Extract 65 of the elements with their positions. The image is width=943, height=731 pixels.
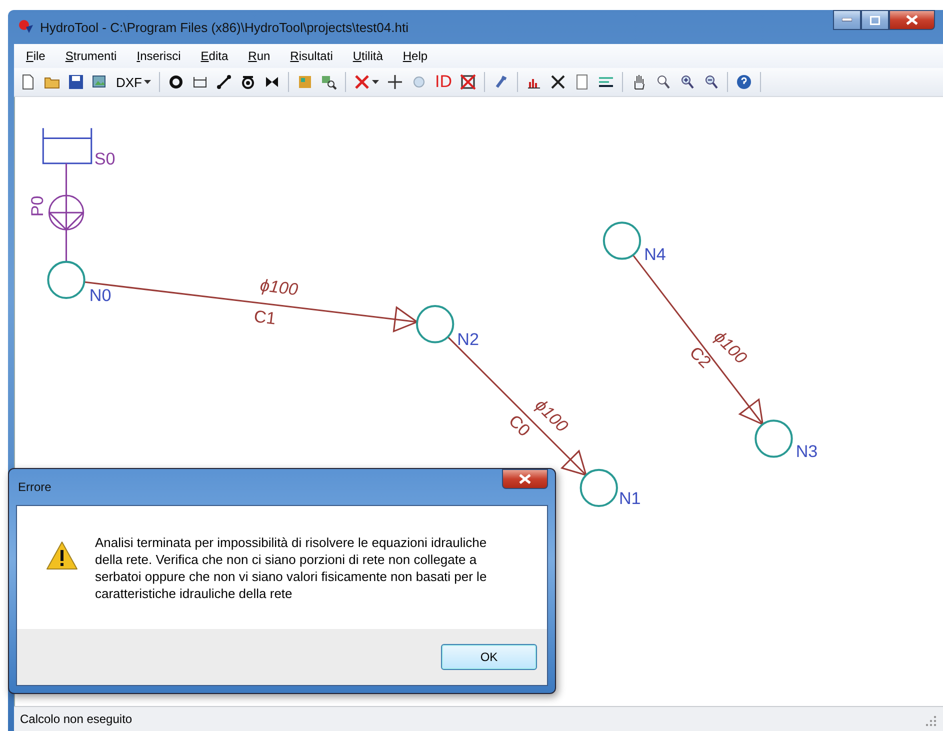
- pipe-label: C2: [686, 342, 715, 372]
- menu-item[interactable]: Run: [240, 49, 282, 63]
- connector-icon: [216, 74, 232, 90]
- dxf-button[interactable]: DXF: [114, 71, 153, 93]
- move-icon: [387, 74, 403, 90]
- node-label: N3: [796, 442, 818, 461]
- dialog-title: Errore: [17, 480, 52, 494]
- wrench-icon: [493, 74, 509, 90]
- warning-icon: [45, 540, 79, 572]
- close-button[interactable]: [502, 469, 548, 489]
- magnifier-icon: [655, 74, 671, 90]
- cross-icon: [354, 74, 370, 90]
- pump-icon: [240, 74, 256, 90]
- maximize-button[interactable]: [861, 10, 889, 30]
- zoom-out-icon: [703, 74, 719, 90]
- info-icon: [411, 74, 427, 90]
- close-button[interactable]: [889, 10, 935, 30]
- ring-icon: [168, 74, 184, 90]
- node-label: N0: [89, 286, 112, 305]
- id-button[interactable]: ID: [433, 71, 454, 93]
- pipe-label: C1: [252, 306, 277, 328]
- caret-icon: [144, 80, 151, 84]
- node-circle: [602, 222, 642, 260]
- crossed-box-icon: [460, 74, 476, 90]
- blank-page-icon: [574, 74, 590, 90]
- menu-item[interactable]: File: [18, 49, 58, 63]
- pump-symbol: [48, 194, 84, 231]
- menu-item[interactable]: Risultati: [282, 49, 345, 63]
- node-circle: [416, 305, 454, 344]
- reservoir-symbol: [42, 127, 92, 164]
- node-label: N1: [618, 489, 641, 508]
- menu-item[interactable]: Edita: [192, 49, 240, 63]
- help-icon: [736, 74, 752, 90]
- node-label: N2: [457, 330, 480, 350]
- node-circle: [47, 260, 86, 299]
- close-icon: [906, 15, 918, 25]
- x-icon: [550, 74, 566, 90]
- status-text: Calcolo non eseguito: [20, 712, 132, 726]
- menu-item[interactable]: Inserisci: [128, 49, 193, 63]
- menu-item[interactable]: Strumenti: [57, 49, 129, 63]
- menu-item[interactable]: Utilità: [344, 49, 395, 63]
- node-circle: [754, 420, 793, 458]
- magnifier-icon: [321, 74, 337, 90]
- caret-icon: [372, 80, 379, 84]
- maximize-icon: [870, 16, 880, 24]
- minimize-icon: [842, 18, 852, 22]
- node-label: N4: [644, 244, 666, 264]
- page-icon: [20, 74, 36, 90]
- bowtie-icon: [264, 74, 280, 90]
- app-logo-icon: [18, 19, 34, 35]
- zoom-in-icon: [679, 74, 695, 90]
- pipe-label: C0: [504, 411, 534, 440]
- map-icon: [297, 74, 313, 90]
- picture-icon: [92, 74, 108, 90]
- close-icon: [519, 474, 531, 484]
- minimize-button[interactable]: [833, 10, 861, 30]
- ok-button[interactable]: OK: [441, 644, 537, 670]
- pipe-diameter-label: ϕ100: [258, 276, 299, 300]
- error-message: Analisi terminata per impossibilità di risolvere le equazioni idrauliche della rete. Verifica che non ci siano porzioni di rete non collegate a serbatoi oppure che non vi siano valori fisicamente non basati per le caratteristiche idrauliche della rete: [95, 534, 488, 603]
- node-circle: [580, 468, 618, 508]
- window-title: HydroTool - C:\Program Files (x86)\HydroTool\projects\test04.hti: [40, 20, 410, 34]
- pump-label: P0: [28, 196, 48, 217]
- reservoir-label: S0: [94, 149, 116, 168]
- menu-item[interactable]: Help: [394, 49, 440, 63]
- tank-icon: [192, 74, 208, 90]
